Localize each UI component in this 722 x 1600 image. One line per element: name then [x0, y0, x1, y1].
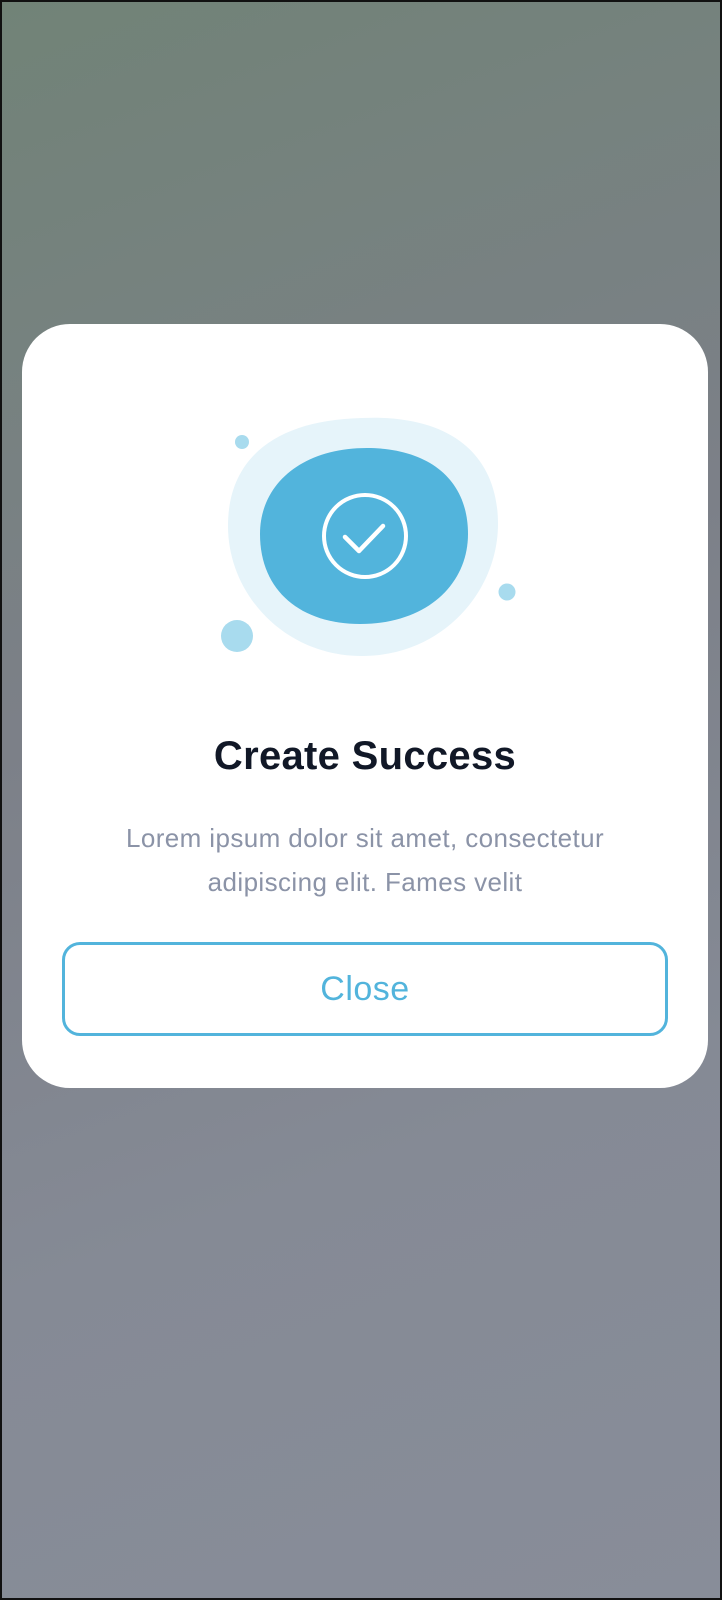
dialog-description: Lorem ipsum dolor sit amet, consectetur … [125, 823, 604, 897]
success-illustration [22, 324, 708, 664]
close-button[interactable]: Close [62, 942, 668, 1036]
decor-dot-small [235, 435, 249, 449]
success-dialog: Create Success Lorem ipsum dolor sit ame… [22, 324, 708, 1088]
screen-backdrop[interactable]: Create Success Lorem ipsum dolor sit ame… [0, 0, 722, 1600]
decor-dot-large [221, 620, 253, 652]
inner-blob-shape [260, 448, 468, 624]
dialog-title: Create Success [213, 734, 517, 778]
decor-dot-right [498, 583, 516, 601]
success-illustration-graphic [221, 417, 516, 656]
